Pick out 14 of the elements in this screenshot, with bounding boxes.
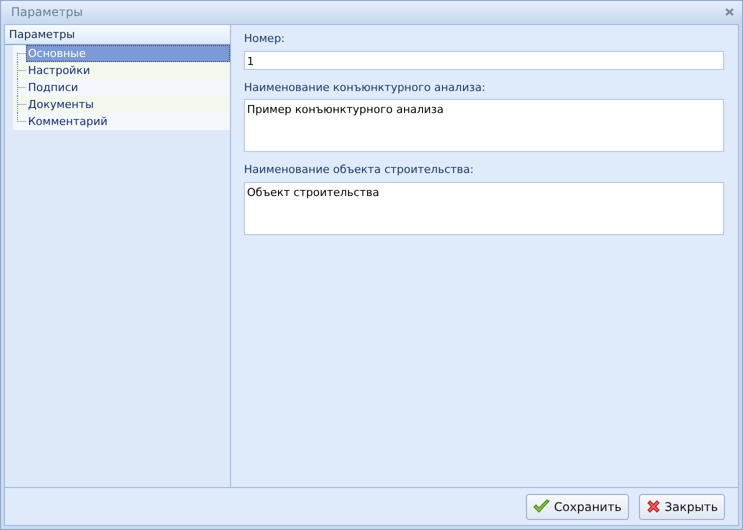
- close-icon[interactable]: [725, 8, 734, 16]
- text-area[interactable]: Объект строительства: [244, 182, 724, 234]
- window-title: Параметры: [11, 4, 83, 20]
- close-icon: [646, 499, 661, 514]
- tree-connector: [17, 79, 26, 96]
- check-icon: [533, 499, 550, 514]
- field-label: Номер:: [244, 31, 286, 47]
- input-field[interactable]: 1: [244, 50, 724, 70]
- field-label: Наименование конъюнктурного анализа:: [244, 80, 486, 96]
- save-button[interactable]: Сохранить: [526, 494, 629, 520]
- field-label: Наименование объекта строительства:: [244, 162, 475, 178]
- tree-header: Параметры: [5, 25, 230, 45]
- text-area[interactable]: Пример конъюнктурного анализа: [244, 99, 724, 152]
- close-button[interactable]: Закрыть: [638, 494, 725, 520]
